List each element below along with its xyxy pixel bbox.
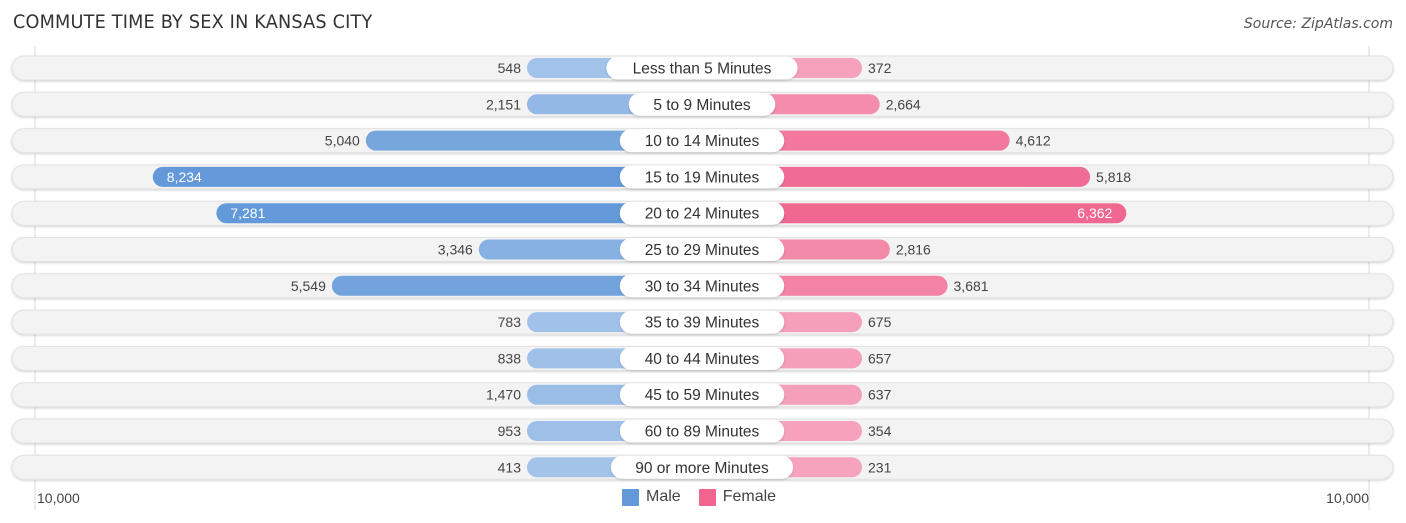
legend: Male Female [622, 488, 794, 506]
category-label: 5 to 9 Minutes [653, 97, 751, 114]
category-label: 40 to 44 Minutes [645, 351, 760, 368]
legend-swatch-male [622, 488, 639, 506]
legend-swatch-female [698, 488, 716, 506]
chart-svg: 548 372 Less than 5 Minutes 2,151 2,664 5 to … [11, 46, 1394, 510]
category-label: 90 or more Minutes [635, 460, 769, 477]
value-label-female: 675 [868, 314, 892, 330]
category-label: Less than 5 Minutes [633, 61, 772, 78]
value-label-female: 657 [868, 350, 892, 366]
bar-male [152, 166, 702, 187]
value-label-male: 548 [498, 60, 522, 76]
value-label-female: 372 [868, 60, 892, 76]
value-label-male: 953 [498, 423, 522, 439]
value-label-male: 413 [498, 459, 522, 475]
value-label-male: 838 [498, 350, 522, 366]
legend-item-female: Female [698, 488, 777, 506]
value-label-female: 2,664 [886, 96, 921, 112]
value-label-male: 3,346 [438, 242, 473, 258]
value-label-male: 783 [498, 314, 522, 330]
category-label: 35 to 39 Minutes [645, 315, 760, 332]
value-label-male: 1,470 [486, 387, 521, 403]
value-label-female: 354 [868, 423, 892, 439]
value-label-female: 2,816 [896, 242, 931, 258]
legend-label-female: Female [722, 488, 777, 505]
value-label-male: 2,151 [486, 96, 521, 112]
category-label: 30 to 34 Minutes [645, 278, 760, 295]
value-label-female: 4,612 [1016, 133, 1051, 149]
value-label-female: 637 [868, 387, 892, 403]
category-label: 45 to 59 Minutes [645, 387, 760, 404]
legend-label-male: Male [646, 488, 681, 505]
value-label-female: 3,681 [954, 278, 989, 294]
category-label: 60 to 89 Minutes [645, 424, 760, 441]
axis-label-right: 10,000 [1326, 490, 1369, 506]
category-label: 20 to 24 Minutes [645, 206, 760, 223]
category-label: 25 to 29 Minutes [645, 242, 760, 259]
value-label-female: 231 [868, 459, 892, 475]
value-label-female: 6,362 [1077, 205, 1112, 221]
legend-item-male: Male [622, 488, 681, 506]
axis-label-left: 10,000 [37, 490, 80, 506]
category-label: 10 to 14 Minutes [645, 133, 760, 150]
value-label-male: 5,040 [325, 133, 360, 149]
value-label-male: 7,281 [230, 205, 265, 221]
value-label-male: 5,549 [291, 278, 326, 294]
value-label-male: 8,234 [167, 169, 202, 185]
category-label: 15 to 19 Minutes [645, 169, 760, 186]
value-label-female: 5,818 [1096, 169, 1131, 185]
